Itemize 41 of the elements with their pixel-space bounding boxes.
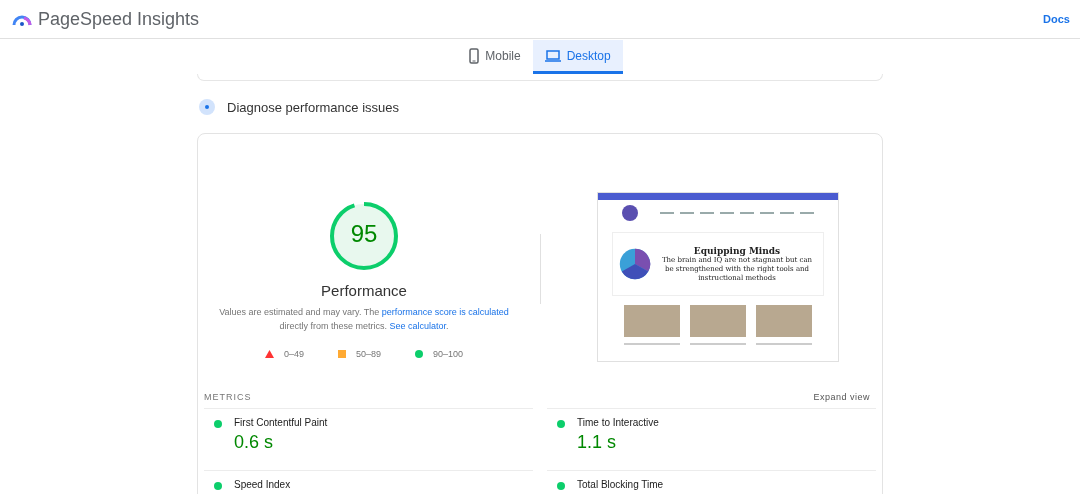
laptop-icon xyxy=(544,49,561,62)
score-gauge xyxy=(328,200,400,272)
metric-value: 1.1 s xyxy=(577,432,618,453)
caption-line xyxy=(624,343,680,345)
site-nav-line xyxy=(760,212,774,214)
section-title: Diagnose performance issues xyxy=(227,99,399,115)
site-logo-icon xyxy=(622,205,638,221)
photo-placeholder xyxy=(624,305,680,337)
metric-name: Speed Index xyxy=(234,479,291,490)
site-nav-line xyxy=(780,212,794,214)
target-icon xyxy=(199,99,215,115)
device-tab[interactable]: Mobile xyxy=(457,40,533,74)
app-title: PageSpeed Insights xyxy=(38,8,200,30)
caption-line xyxy=(690,343,746,345)
photo-placeholder xyxy=(690,305,746,337)
caption-line xyxy=(756,343,812,345)
metric-name: Total Blocking Time xyxy=(577,479,664,490)
legend-label: 90–100 xyxy=(433,349,464,359)
score-value: 95 xyxy=(349,220,379,248)
legend-label: 50–89 xyxy=(355,349,381,359)
score-link[interactable]: performance score is calculated xyxy=(381,307,509,317)
site-nav-line xyxy=(700,212,714,214)
site-nav-line xyxy=(720,212,734,214)
pie-icon xyxy=(619,247,651,281)
site-nav-line xyxy=(740,212,754,214)
metric-name: Time to Interactive xyxy=(577,417,659,428)
device-tab[interactable]: Desktop xyxy=(532,40,623,74)
photo-placeholder xyxy=(756,305,812,337)
site-nav-line xyxy=(800,212,814,214)
expand-view-button[interactable]: Expand view xyxy=(813,392,870,402)
metrics-title: METRICS xyxy=(204,392,252,402)
legend-label: 0–49 xyxy=(283,349,304,359)
metric-name: First Contentful Paint xyxy=(234,417,328,428)
score-label: Performance xyxy=(321,282,407,299)
metric-value: 0.6 s xyxy=(234,432,275,453)
score-note: Values are estimated and may vary. The performance score is calculated directly from these metrics. See calculator. xyxy=(218,306,510,333)
site-nav-line xyxy=(680,212,694,214)
docs-link[interactable]: Docs xyxy=(1043,13,1070,25)
site-heading: Equipping Minds xyxy=(693,245,781,256)
phone-icon xyxy=(469,47,480,64)
site-nav-line xyxy=(660,212,674,214)
